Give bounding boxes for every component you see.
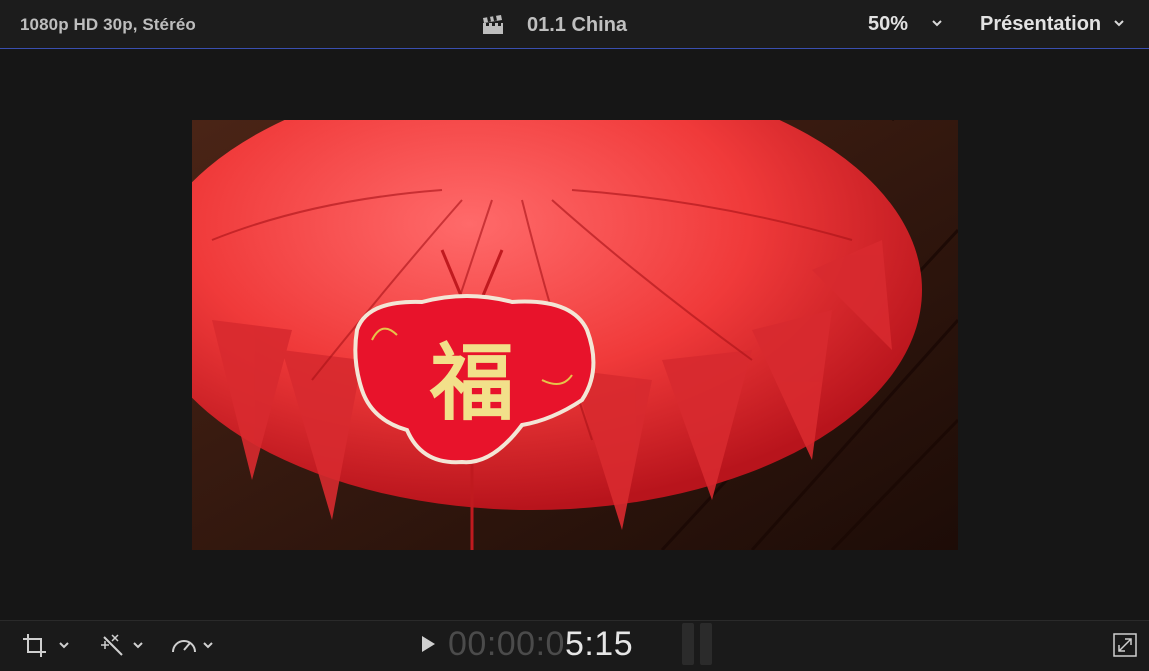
clip-title: 01.1 China [527, 13, 628, 36]
viewer-toolbar: 00:00:05:15 [0, 620, 1149, 671]
clapperboard-icon [483, 15, 503, 34]
video-frame[interactable]: 福 [192, 120, 958, 550]
play-icon[interactable] [420, 635, 436, 653]
audio-meter [682, 623, 712, 665]
crop-tool-button[interactable] [22, 633, 72, 659]
video-image: 福 [192, 120, 958, 550]
audio-meter-right [700, 623, 712, 665]
timecode-display: 00:00:05:15 [448, 625, 633, 664]
audio-meter-left [682, 623, 694, 665]
viewer-header: 1080p HD 30p, Stéréo 01.1 China 50% Prés… [0, 0, 1149, 49]
speed-tool-button[interactable] [170, 633, 220, 659]
clip-title-group: 01.1 China [482, 13, 627, 37]
zoom-menu[interactable]: 50% [868, 13, 908, 36]
chevron-down-icon[interactable] [930, 18, 944, 28]
crop-icon[interactable] [22, 633, 72, 659]
format-label: 1080p HD 30p, Stéréo [20, 15, 196, 34]
speedometer-icon[interactable] [170, 633, 220, 659]
fullscreen-icon[interactable] [1113, 633, 1137, 657]
magic-wand-icon[interactable] [98, 633, 148, 659]
tag-character: 福 [429, 334, 514, 432]
enhance-tool-button[interactable] [98, 633, 148, 659]
chevron-down-icon[interactable] [1112, 18, 1126, 28]
view-menu[interactable]: Présentation [980, 13, 1101, 36]
timecode-leading: 00:00:0 [448, 625, 565, 663]
timecode-active: 5:15 [564, 625, 634, 663]
